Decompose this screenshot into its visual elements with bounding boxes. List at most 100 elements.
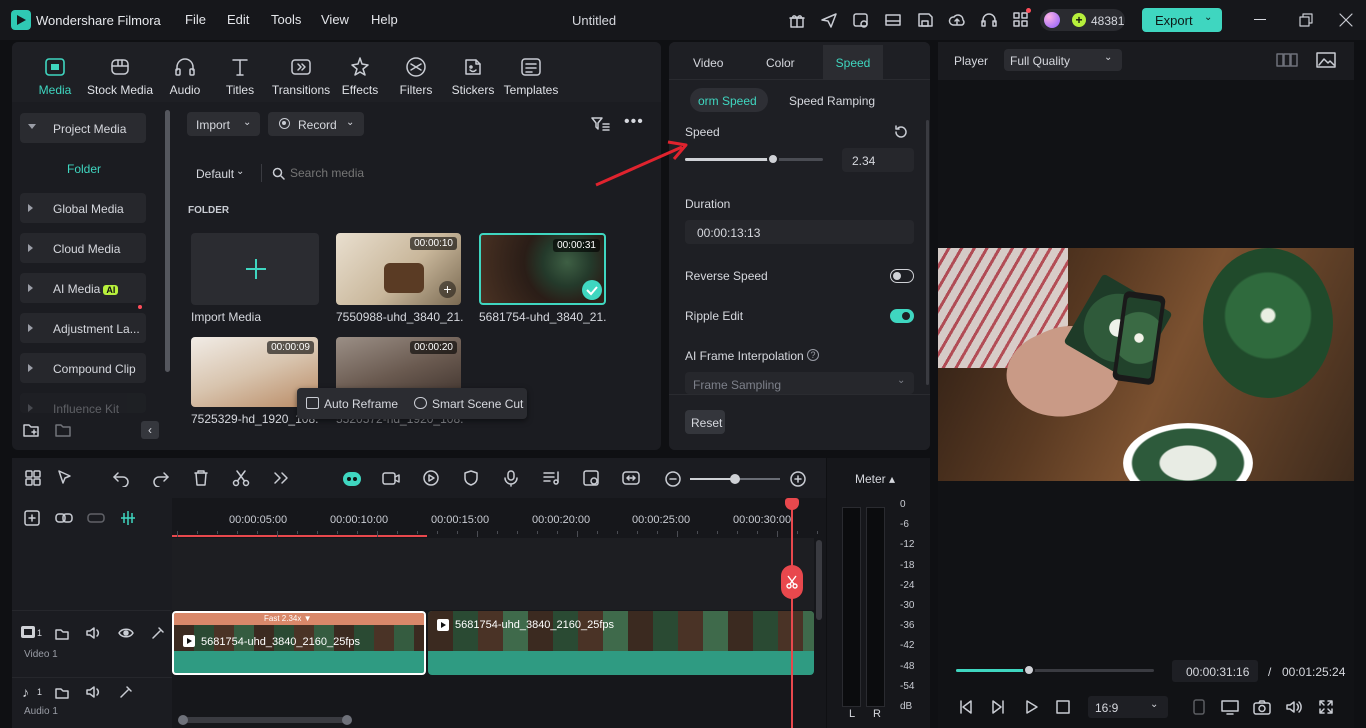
meter-header[interactable]: Meter ▴ bbox=[855, 472, 895, 486]
restore-icon[interactable] bbox=[1299, 13, 1313, 27]
menu-edit[interactable]: Edit bbox=[227, 12, 249, 27]
properties-scrollbar[interactable] bbox=[926, 120, 929, 385]
mute-track-icon[interactable] bbox=[86, 626, 102, 640]
media-thumbnail-cake[interactable]: 00:00:10 + bbox=[336, 233, 461, 305]
frame-sampling-select[interactable]: Frame Sampling ⌄ bbox=[685, 372, 914, 394]
layout-grid-icon[interactable] bbox=[24, 469, 42, 487]
play-icon[interactable] bbox=[1023, 699, 1039, 715]
undo-icon[interactable] bbox=[112, 469, 130, 487]
layout-icon[interactable] bbox=[884, 11, 902, 29]
playback-progress-track[interactable] bbox=[956, 664, 1154, 676]
close-icon[interactable] bbox=[1339, 13, 1353, 27]
current-time-box[interactable]: 00:00:31:16 bbox=[1172, 660, 1258, 682]
tab-video[interactable]: Video bbox=[693, 56, 723, 70]
ai-icon[interactable] bbox=[852, 11, 870, 29]
subtab-speed-ramping[interactable]: Speed Ramping bbox=[789, 94, 875, 108]
auto-sync-icon[interactable] bbox=[582, 469, 600, 487]
speed-icon[interactable] bbox=[422, 469, 440, 487]
unlink-icon[interactable] bbox=[87, 510, 105, 526]
import-media-tile[interactable] bbox=[191, 233, 319, 305]
menu-tools[interactable]: Tools bbox=[271, 12, 301, 27]
sidebar-project-media[interactable]: Project Media bbox=[20, 113, 146, 143]
speed-value-input[interactable]: 2.34 bbox=[842, 148, 914, 172]
quality-dropdown[interactable]: Full Quality ⌄ bbox=[1004, 49, 1122, 71]
link-icon[interactable] bbox=[55, 510, 73, 526]
ripple-edit-toggle[interactable] bbox=[890, 309, 914, 323]
gift-icon[interactable] bbox=[788, 11, 806, 29]
help-icon[interactable]: ? bbox=[807, 349, 819, 361]
sort-dropdown[interactable]: Default ⌄ bbox=[188, 162, 256, 184]
video-clip-fast[interactable]: Fast 2.34x ▼ 5681754-uhd_3840_2160_25fps bbox=[172, 611, 426, 675]
magnet-snap-icon[interactable] bbox=[119, 509, 137, 527]
menu-view[interactable]: View bbox=[321, 12, 349, 27]
ai-copilot-icon[interactable] bbox=[342, 469, 362, 489]
lock-track-icon[interactable] bbox=[55, 685, 69, 699]
snapshot-image-icon[interactable] bbox=[1316, 51, 1336, 69]
fullscreen-icon[interactable] bbox=[1318, 699, 1334, 715]
fit-timeline-icon[interactable] bbox=[622, 469, 640, 487]
minimize-icon[interactable] bbox=[1254, 19, 1266, 20]
audio-mix-icon[interactable] bbox=[542, 469, 560, 487]
sidebar-item-adjustment-layer[interactable]: Adjustment La... bbox=[20, 313, 146, 343]
microphone-icon[interactable] bbox=[502, 469, 520, 487]
more-options-icon[interactable]: ••• bbox=[624, 114, 644, 130]
tab-speed[interactable]: Speed bbox=[823, 45, 883, 80]
visibility-eye-icon[interactable] bbox=[118, 627, 134, 639]
import-folder-icon[interactable] bbox=[54, 422, 72, 438]
zoom-in-icon[interactable] bbox=[790, 471, 806, 487]
speed-slider-track[interactable] bbox=[685, 153, 823, 165]
send-icon[interactable] bbox=[820, 11, 838, 29]
sidebar-item-influence-kit[interactable]: Influence Kit bbox=[20, 393, 146, 413]
apps-grid-icon[interactable] bbox=[1012, 11, 1030, 29]
volume-icon[interactable] bbox=[1285, 699, 1303, 715]
redo-icon[interactable] bbox=[152, 469, 170, 487]
zoom-slider-track[interactable] bbox=[690, 474, 780, 484]
sidebar-folder[interactable]: Folder bbox=[67, 162, 101, 176]
lock-track-icon[interactable] bbox=[55, 626, 69, 640]
filter-list-icon[interactable] bbox=[590, 116, 610, 132]
video-clip-normal[interactable]: 5681754-uhd_3840_2160_25fps bbox=[428, 611, 814, 675]
aspect-ratio-dropdown[interactable]: 16:9 ⌄ bbox=[1088, 696, 1168, 718]
split-scissors-button[interactable] bbox=[781, 565, 803, 599]
auto-reframe-button[interactable]: Auto Reframe bbox=[306, 397, 398, 411]
track-settings-icon[interactable] bbox=[151, 626, 165, 640]
sidebar-item-ai-media[interactable]: AI Media AI bbox=[20, 273, 146, 303]
smart-scene-cut-button[interactable]: Smart Scene Cut bbox=[414, 397, 523, 411]
add-to-timeline-icon[interactable]: + bbox=[439, 281, 456, 298]
zoom-out-icon[interactable] bbox=[665, 471, 681, 487]
media-thumbnail-table[interactable]: 00:00:31 bbox=[479, 233, 606, 305]
save-icon[interactable] bbox=[916, 11, 934, 29]
mute-track-icon[interactable] bbox=[86, 685, 102, 699]
import-button[interactable]: Import ⌄ bbox=[187, 112, 260, 136]
new-folder-icon[interactable] bbox=[22, 422, 40, 438]
select-arrow-icon[interactable] bbox=[56, 469, 74, 487]
sidebar-item-cloud-media[interactable]: Cloud Media bbox=[20, 233, 146, 263]
reset-speed-icon[interactable] bbox=[893, 124, 909, 140]
mask-shield-icon[interactable] bbox=[462, 469, 480, 487]
sidebar-item-compound-clip[interactable]: Compound Clip bbox=[20, 353, 146, 383]
timeline-vertical-scrollbar[interactable] bbox=[816, 540, 822, 620]
export-button[interactable]: Export ⌄ bbox=[1142, 8, 1222, 32]
reverse-speed-toggle[interactable] bbox=[890, 269, 914, 283]
timeline-horizontal-scrollbar[interactable] bbox=[178, 715, 352, 725]
tab-color[interactable]: Color bbox=[766, 56, 795, 70]
previous-frame-icon[interactable] bbox=[958, 699, 974, 715]
zoom-slider-handle[interactable] bbox=[730, 474, 740, 484]
collapse-sidebar-button[interactable]: ‹ bbox=[141, 421, 159, 439]
sidebar-scrollbar[interactable] bbox=[165, 110, 170, 372]
record-button[interactable]: Record ⌄ bbox=[268, 112, 364, 136]
sidebar-item-global-media[interactable]: Global Media bbox=[20, 193, 146, 223]
scissors-cut-icon[interactable] bbox=[232, 469, 250, 487]
search-input[interactable] bbox=[290, 163, 640, 183]
track-settings-icon[interactable] bbox=[119, 685, 133, 699]
headset-icon[interactable] bbox=[980, 11, 998, 29]
video-preview[interactable] bbox=[938, 248, 1354, 481]
next-frame-icon[interactable] bbox=[990, 699, 1006, 715]
grid-view-icon[interactable] bbox=[1276, 52, 1298, 68]
menu-help[interactable]: Help bbox=[371, 12, 398, 27]
display-icon[interactable] bbox=[1221, 699, 1239, 715]
subtab-uniform-speed[interactable]: orm Speed bbox=[690, 88, 768, 112]
mark-icon[interactable] bbox=[1192, 699, 1206, 715]
cloud-upload-icon[interactable] bbox=[948, 11, 966, 29]
menu-file[interactable]: File bbox=[185, 12, 206, 27]
